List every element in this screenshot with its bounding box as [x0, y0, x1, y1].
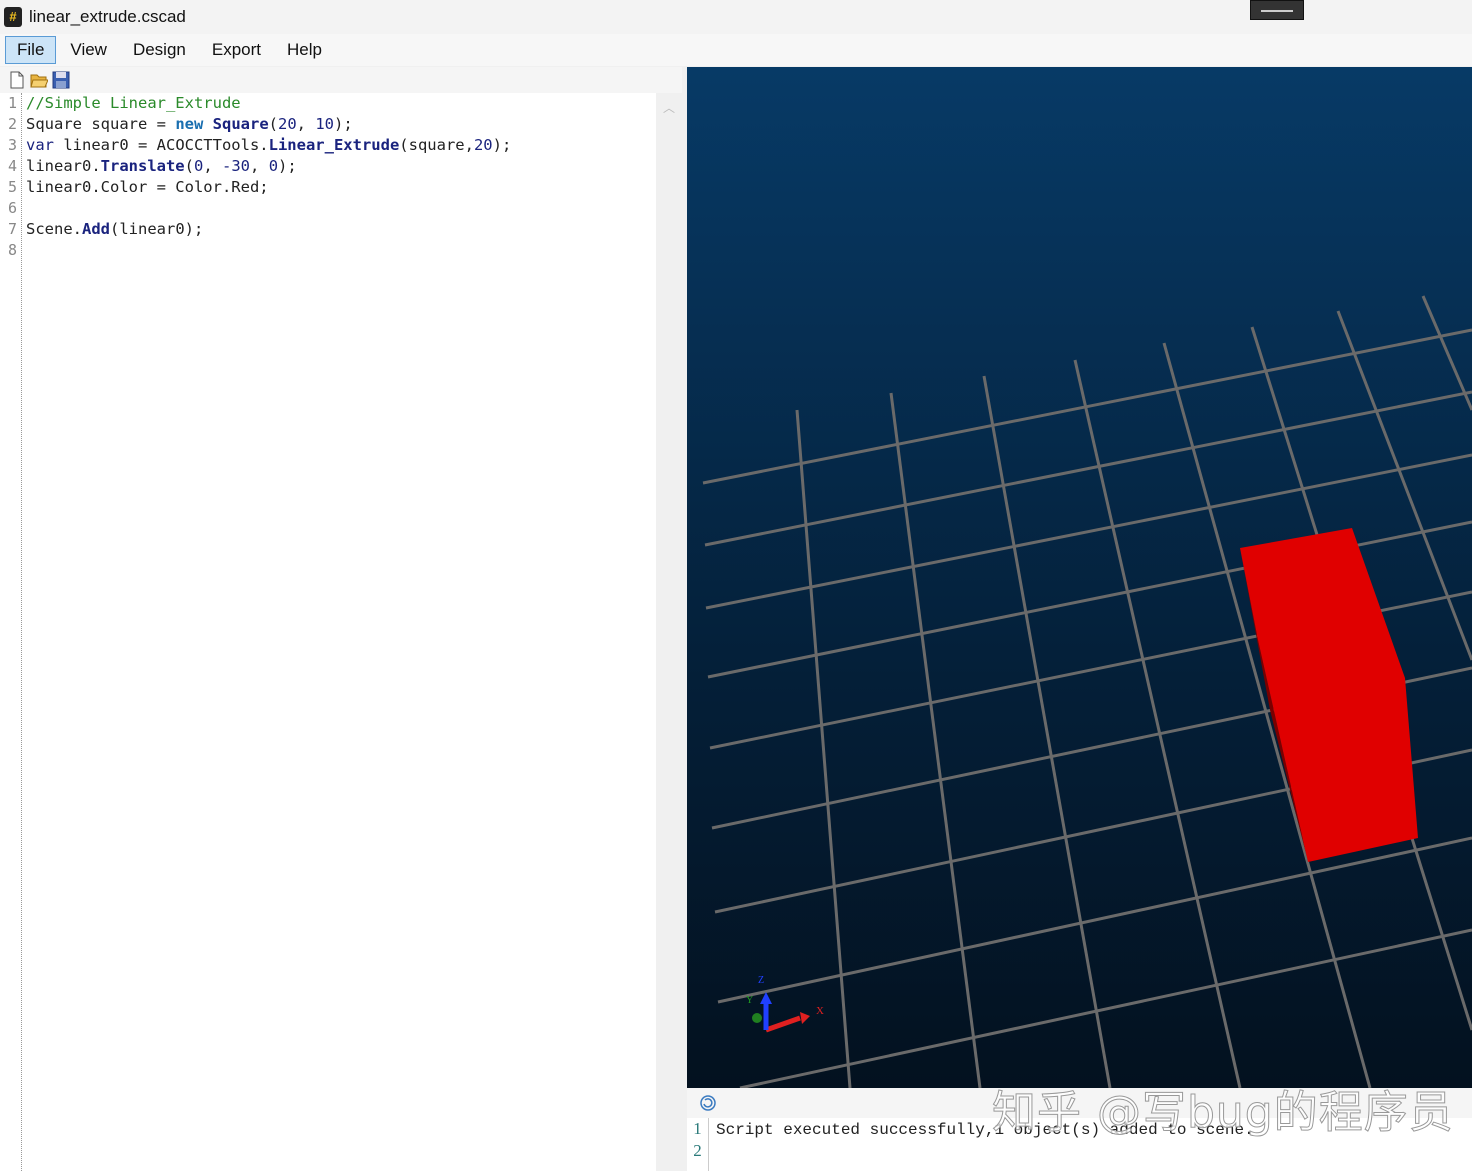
code-line[interactable]: Square square = new Square(20, 10);	[26, 114, 511, 135]
menu-help[interactable]: Help	[275, 36, 334, 64]
scroll-up-icon[interactable]: ︿	[663, 99, 675, 116]
code-token: Linear_Extrude	[268, 136, 400, 154]
code-token: //Simple Linear_Extrude	[26, 94, 241, 112]
code-token: Square square =	[26, 115, 176, 133]
axis-x-label: X	[816, 1005, 824, 1017]
line-number: 2	[7, 115, 17, 133]
code-token: (linear0);	[110, 220, 204, 238]
title-bar: # linear_extrude.cscad	[0, 0, 1472, 34]
window-title: linear_extrude.cscad	[29, 7, 186, 26]
line-number: 3	[7, 136, 17, 154]
axis-z-label: Z	[758, 975, 765, 986]
line-number: 6	[7, 199, 17, 217]
menu-design[interactable]: Design	[121, 36, 198, 64]
code-token: 10	[315, 115, 335, 133]
scene-canvas[interactable]	[687, 67, 1472, 1088]
toolbar	[0, 67, 682, 93]
code-line[interactable]: Scene.Add(linear0);	[26, 219, 511, 240]
axis-gizmo	[752, 992, 810, 1033]
code-token: linear0.	[26, 157, 101, 175]
console-line-number: 2	[693, 1141, 702, 1160]
code-token: (	[184, 157, 194, 175]
code-token: 20	[473, 136, 493, 154]
code-token: linear0 = ACOCCTTools.	[54, 136, 269, 154]
code-token: Scene.	[26, 220, 82, 238]
code-token: 0	[268, 157, 279, 175]
code-token: (square,	[399, 136, 474, 154]
code-token: );	[334, 115, 353, 133]
console-line-number: 1	[693, 1119, 702, 1138]
code-token: );	[278, 157, 297, 175]
save-icon[interactable]	[52, 71, 70, 89]
open-folder-icon[interactable]	[30, 71, 48, 89]
red-extruded-box[interactable]	[1240, 528, 1418, 862]
code-token: -30	[222, 157, 251, 175]
code-line[interactable]: linear0.Translate(0, -30, 0);	[26, 156, 511, 177]
code-token: );	[492, 136, 512, 154]
menu-export[interactable]: Export	[200, 36, 273, 64]
line-number: 1	[7, 94, 17, 112]
menu-bar: File View Design Export Help	[0, 34, 1472, 66]
clear-console-icon[interactable]	[699, 1094, 717, 1112]
code-token: 0	[194, 157, 204, 175]
code-token: ,	[203, 157, 223, 175]
code-line[interactable]: linear0.Color = Color.Red;	[26, 177, 511, 198]
line-number-gutter: 1 2 3 4 5 6 7 8	[0, 93, 22, 1171]
code-token: 20	[278, 115, 297, 133]
menu-file[interactable]: File	[5, 36, 57, 64]
code-line[interactable]	[26, 198, 511, 219]
code-token: var	[26, 136, 54, 154]
line-number: 4	[7, 157, 17, 175]
menu-view[interactable]: View	[58, 36, 119, 64]
code-token: Add	[82, 220, 110, 238]
code-token: (	[268, 115, 278, 133]
line-number: 5	[7, 178, 17, 196]
code-token: ,	[296, 115, 316, 133]
editor-scrollbar[interactable]: ︿	[656, 93, 682, 1171]
code-editor[interactable]: 1 2 3 4 5 6 7 8 //Simple Linear_Extrude Square s…	[0, 93, 656, 1171]
app-icon: #	[4, 7, 22, 27]
code-line[interactable]: var linear0 = ACOCCTTools.Linear_Extrude…	[26, 135, 511, 156]
axis-y-label: Y	[746, 995, 754, 1006]
code-content[interactable]: //Simple Linear_Extrude Square square = n…	[26, 93, 511, 261]
console-gutter: 1 2	[687, 1118, 709, 1171]
line-number: 7	[7, 220, 17, 238]
code-token: Translate	[100, 157, 185, 175]
code-line[interactable]	[26, 240, 511, 261]
code-token: new	[175, 115, 204, 133]
code-token: Square	[212, 115, 269, 133]
watermark: 知乎 @写bug的程序员	[992, 1087, 1454, 1139]
3d-viewport[interactable]: X Y Z	[687, 67, 1472, 1088]
code-line[interactable]: //Simple Linear_Extrude	[26, 93, 511, 114]
minimize-button[interactable]	[1250, 0, 1304, 20]
code-token: linear0.Color = Color.Red;	[26, 178, 269, 196]
code-token: ,	[250, 157, 269, 175]
new-file-icon[interactable]	[8, 71, 26, 89]
line-number: 8	[7, 241, 17, 259]
